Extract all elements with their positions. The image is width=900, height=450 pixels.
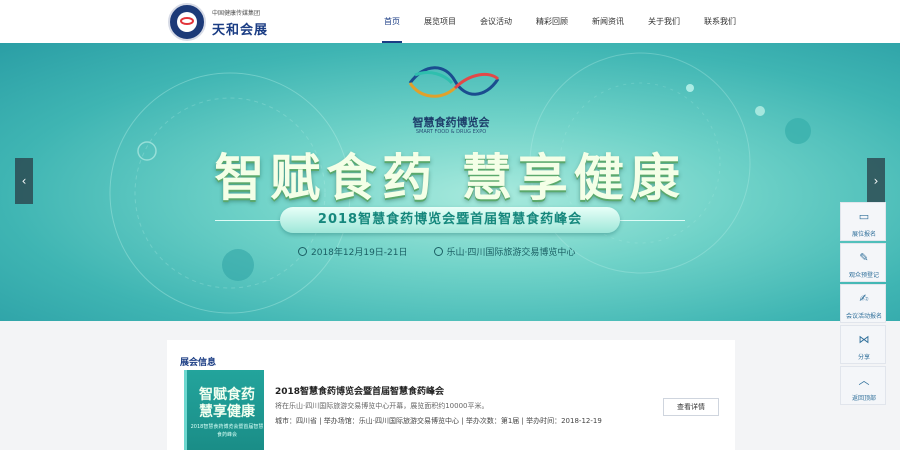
location-icon <box>433 247 443 256</box>
event-info: 城市：四川省 | 举办场馆：乐山·四川国际旅游交易博览中心 | 举办次数：第1届… <box>275 417 602 425</box>
site-logo[interactable]: 中国健康传媒集团 天和会展 <box>168 3 278 41</box>
sidebar-label: 观众预登记 <box>848 272 879 279</box>
clock-icon <box>298 247 307 256</box>
nav-item-highlights[interactable]: 精彩回顾 <box>524 0 580 43</box>
nav-item-exhibitions[interactable]: 展览项目 <box>412 0 468 43</box>
exhibition-info-card: 展会信息 智赋食药 慧享健康 2018智慧食药博览会暨首届智慧食药峰会 2018… <box>167 340 735 450</box>
event-description: 将在乐山·四川国际旅游交易博览中心开幕，展览面积约10000平米。 <box>275 402 489 410</box>
expo-logo: 智慧食药博览会 SMART FOOD & DRUG EXPO <box>406 71 496 141</box>
monitor-icon: ▭ <box>858 210 870 223</box>
sidebar-label: 展位报名 <box>851 231 876 238</box>
banner-slogan: 智赋食药 慧享健康 <box>214 149 686 207</box>
event-thumbnail[interactable]: 智赋食药 慧享健康 2018智慧食药博览会暨首届智慧食药峰会 <box>184 370 264 450</box>
nav-item-news[interactable]: 新闻资讯 <box>580 0 636 43</box>
signup-icon: ✍ <box>859 292 869 305</box>
site-header: 中国健康传媒集团 天和会展 首页 展览项目 会议活动 精彩回顾 新闻资讯 关于我… <box>0 0 900 43</box>
ribbon-line-left <box>215 220 280 221</box>
sidebar-label: 返回顶部 <box>851 395 876 402</box>
nav-item-home[interactable]: 首页 <box>372 0 412 43</box>
chevron-up-icon: ︿ <box>858 374 870 387</box>
view-details-button[interactable]: 查看详情 <box>663 398 719 416</box>
main-nav: 首页 展览项目 会议活动 精彩回顾 新闻资讯 关于我们 联系我们 <box>372 0 748 43</box>
event-title-link[interactable]: 2018智慧食药博览会暨首届智慧食药峰会 <box>275 384 444 397</box>
banner-date: 2018年12月19日-21日 <box>298 245 408 258</box>
sidebar-booth-signup[interactable]: ▭ 展位报名 <box>840 202 886 241</box>
sidebar-label: 会议活动报名 <box>845 313 882 320</box>
banner-event-title: 2018智慧食药博览会暨首届智慧食药峰会 <box>280 207 620 233</box>
section-title: 展会信息 <box>180 358 217 368</box>
logo-group-name: 中国健康传媒集团 <box>212 10 261 17</box>
expo-english-name: SMART FOOD & DRUG EXPO <box>415 129 487 135</box>
nav-item-about[interactable]: 关于我们 <box>636 0 692 43</box>
sidebar-visitor-preregister[interactable]: ✎ 观众预登记 <box>840 243 886 282</box>
floating-sidebar: ▭ 展位报名 ✎ 观众预登记 ✍ 会议活动报名 ⋈ 分享 ︿ 返回顶部 <box>840 202 886 407</box>
hero-banner[interactable]: 智慧食药博览会 SMART FOOD & DRUG EXPO 智赋食药 慧享健康… <box>0 43 900 321</box>
sidebar-label: 分享 <box>857 354 870 361</box>
ribbon-line-right <box>620 220 685 221</box>
thumb-line-2: 慧享健康 <box>199 404 255 420</box>
nav-item-contact[interactable]: 联系我们 <box>692 0 748 43</box>
banner-event-meta: 2018年12月19日-21日 乐山·四川国际旅游交易博览中心 <box>298 245 575 258</box>
carousel-next-button[interactable]: › <box>867 158 885 204</box>
edit-icon: ✎ <box>859 251 869 264</box>
expo-name: 智慧食药博览会 <box>412 116 490 129</box>
share-icon: ⋈ <box>858 333 870 346</box>
sidebar-conference-signup[interactable]: ✍ 会议活动报名 <box>840 284 886 323</box>
nav-item-conferences[interactable]: 会议活动 <box>468 0 524 43</box>
logo-seal-icon <box>168 3 206 41</box>
thumb-line-3: 2018智慧食药博览会暨首届智慧食药峰会 <box>190 424 264 438</box>
logo-brand-name: 天和会展 <box>212 23 269 38</box>
banner-venue: 乐山·四川国际旅游交易博览中心 <box>433 245 576 258</box>
sidebar-back-to-top[interactable]: ︿ 返回顶部 <box>840 366 886 405</box>
carousel-prev-button[interactable]: ‹ <box>15 158 33 204</box>
sidebar-share[interactable]: ⋈ 分享 <box>840 325 886 364</box>
banner-venue-text: 乐山·四川国际旅游交易博览中心 <box>446 248 576 258</box>
banner-date-text: 2018年12月19日-21日 <box>311 248 408 258</box>
